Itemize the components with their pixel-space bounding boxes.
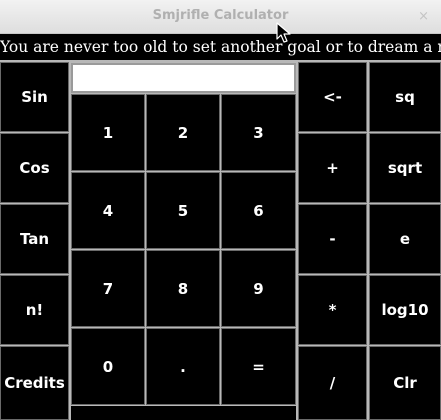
tan-button[interactable]: Tan <box>0 204 69 274</box>
key-5-button[interactable]: 5 <box>146 172 220 249</box>
square-button[interactable]: sq <box>369 62 441 132</box>
key-1-button[interactable]: 1 <box>71 94 145 171</box>
key-8-button[interactable]: 8 <box>146 250 220 327</box>
quote-banner: You are never too old to set another goa… <box>0 34 441 60</box>
sin-button[interactable]: Sin <box>0 62 69 132</box>
display-input[interactable] <box>71 63 296 93</box>
key-3-button[interactable]: 3 <box>221 94 296 171</box>
credits-button[interactable]: Credits <box>0 346 69 420</box>
keypad-bottom-strip <box>71 406 296 420</box>
multiply-button[interactable]: * <box>298 275 367 345</box>
calculator-frame: You are never too old to set another goa… <box>0 34 441 420</box>
cos-button[interactable]: Cos <box>0 133 69 203</box>
key-9-button[interactable]: 9 <box>221 250 296 327</box>
key-2-button[interactable]: 2 <box>146 94 220 171</box>
plus-button[interactable]: + <box>298 133 367 203</box>
equals-button[interactable]: = <box>221 328 296 405</box>
clear-button[interactable]: Clr <box>369 346 441 420</box>
sqrt-button[interactable]: sqrt <box>369 133 441 203</box>
key-0-button[interactable]: 0 <box>71 328 145 405</box>
close-icon[interactable]: × <box>418 9 429 24</box>
key-4-button[interactable]: 4 <box>71 172 145 249</box>
factorial-button[interactable]: n! <box>0 275 69 345</box>
log10-button[interactable]: log10 <box>369 275 441 345</box>
key-7-button[interactable]: 7 <box>71 250 145 327</box>
key-6-button[interactable]: 6 <box>221 172 296 249</box>
window-titlebar: Smjrifle Calculator × <box>0 0 441 34</box>
backspace-button[interactable]: <- <box>298 62 367 132</box>
e-constant-button[interactable]: e <box>369 204 441 274</box>
decimal-point-button[interactable]: . <box>146 328 220 405</box>
minus-button[interactable]: - <box>298 204 367 274</box>
divide-button[interactable]: / <box>298 346 367 420</box>
mouse-pointer-icon <box>276 22 291 43</box>
window-title: Smjrifle Calculator <box>152 8 289 23</box>
